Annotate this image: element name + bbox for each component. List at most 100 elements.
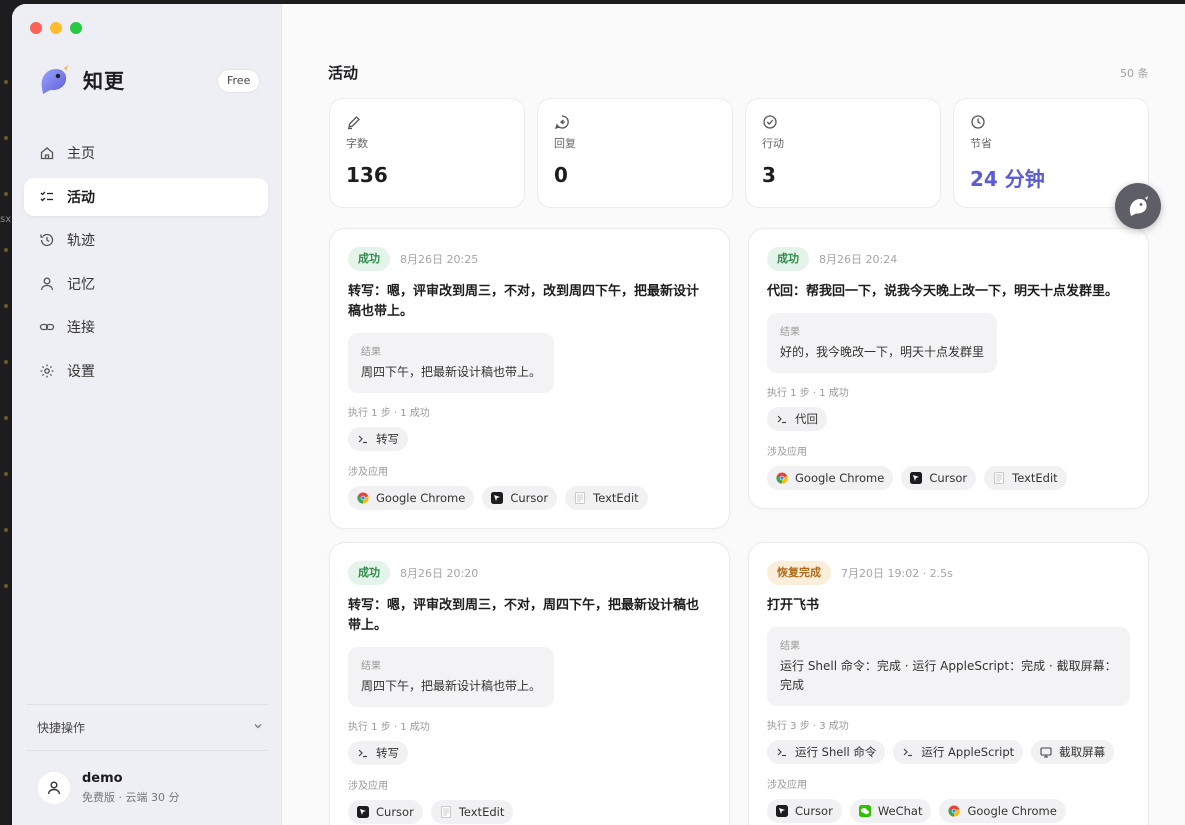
app-chip[interactable]: Google Chrome <box>348 486 475 510</box>
cursor-app-icon <box>357 806 369 818</box>
status-badge: 成功 <box>348 561 390 585</box>
app-chip-label: Cursor <box>929 471 968 485</box>
result-label: 结果 <box>361 347 381 358</box>
app-chip[interactable]: TextEdit <box>984 466 1067 490</box>
app-chip[interactable]: Google Chrome <box>939 799 1066 823</box>
action-chip[interactable]: 转写 <box>348 427 408 451</box>
floating-assistant-button[interactable] <box>1115 183 1161 229</box>
minimize-window-button[interactable] <box>50 22 62 34</box>
terminal-icon <box>776 413 788 425</box>
sidebar-item-activity[interactable]: 活动 <box>24 177 268 216</box>
status-badge: 成功 <box>767 247 809 271</box>
quick-actions-toggle[interactable]: 快捷操作 <box>26 704 268 736</box>
step-info: 执行 1 步 · 1 成功 <box>348 722 430 733</box>
terminal-icon <box>902 746 914 758</box>
app-chip[interactable]: Cursor <box>482 486 558 510</box>
user-profile[interactable]: demo 免费版 · 云端 30 分 <box>26 750 268 805</box>
activity-card[interactable]: 成功 8月26日 20:24 代回：帮我回一下，说我今天晚上改一下，明天十点发群… <box>748 228 1149 509</box>
step-info: 执行 3 步 · 3 成功 <box>767 721 849 732</box>
status-badge: 成功 <box>348 247 390 271</box>
result-text: 周四下午，把最新设计稿也带上。 <box>361 365 542 379</box>
result-text: 运行 Shell 命令：完成 · 运行 AppleScript：完成 · 截取屏… <box>780 659 1117 692</box>
app-chip[interactable]: TextEdit <box>565 486 648 510</box>
stat-value: 24 分钟 <box>970 167 1045 191</box>
result-text: 周四下午，把最新设计稿也带上。 <box>361 679 542 693</box>
textedit-icon <box>574 492 586 504</box>
textedit-icon <box>440 806 452 818</box>
action-chip[interactable]: 代回 <box>767 407 827 431</box>
app-chip-label: Cursor <box>795 804 833 818</box>
chrome-icon <box>948 805 961 817</box>
card-title: 打开飞书 <box>767 598 820 613</box>
result-box: 结果 周四下午，把最新设计稿也带上。 <box>348 333 555 393</box>
stat-label: 字数 <box>346 137 368 150</box>
avatar <box>38 772 70 804</box>
card-time: 8月26日 20:20 <box>400 567 479 580</box>
sidebar-item-label: 活动 <box>67 189 95 206</box>
sidebar-item-settings[interactable]: 设置 <box>24 352 268 390</box>
stat-value: 3 <box>762 163 776 187</box>
quick-actions-label: 快捷操作 <box>37 721 86 735</box>
action-chip[interactable]: 截取屏幕 <box>1031 740 1115 764</box>
check-circle-icon <box>763 115 777 129</box>
result-label: 结果 <box>780 327 800 338</box>
sidebar-item-memory[interactable]: 记忆 <box>24 265 268 303</box>
window-controls <box>30 22 82 34</box>
terminal-icon <box>776 746 788 758</box>
app-chip-label: TextEdit <box>458 805 505 819</box>
app-chip[interactable]: Cursor <box>348 800 423 824</box>
card-time: 8月26日 20:24 <box>819 253 898 266</box>
sidebar-item-label: 主页 <box>67 146 95 162</box>
app-chip[interactable]: Google Chrome <box>767 466 894 490</box>
activity-card[interactable]: 恢复完成 7月20日 19:02 · 2.5s 打开飞书 结果 运行 Shell… <box>748 542 1149 825</box>
card-title: 转写：嗯，评审改到周三，不对，改到周四下午，把最新设计稿也带上。 <box>348 284 700 319</box>
cursor-app-icon <box>776 805 788 817</box>
zoom-window-button[interactable] <box>70 22 82 34</box>
result-box: 结果 好的，我今晚改一下，明天十点发群里 <box>767 313 998 373</box>
sidebar-nav: 主页 活动 轨迹 记忆 连接 设置 <box>24 134 268 395</box>
app-chip[interactable]: Cursor <box>767 799 842 823</box>
stat-label: 回复 <box>554 137 576 150</box>
activity-count: 50 条 <box>1120 67 1149 80</box>
result-text: 好的，我今晚改一下，明天十点发群里 <box>780 345 985 359</box>
action-chip-label: 转写 <box>376 746 399 760</box>
chrome-icon <box>357 492 369 504</box>
action-chip[interactable]: 转写 <box>348 741 408 765</box>
terminal-icon <box>357 433 369 445</box>
bird-chat-icon <box>1129 196 1148 216</box>
textedit-icon <box>993 472 1005 484</box>
sidebar-item-label: 记忆 <box>67 276 95 293</box>
brand: 知更 <box>36 62 125 96</box>
step-info: 执行 1 步 · 1 成功 <box>348 408 430 419</box>
plan-badge[interactable]: Free <box>217 69 261 93</box>
apps-label: 涉及应用 <box>767 447 807 458</box>
sidebar-item-history[interactable]: 轨迹 <box>24 221 268 259</box>
action-chip[interactable]: 运行 Shell 命令 <box>767 740 886 764</box>
stat-value: 136 <box>346 163 388 187</box>
app-chip-label: WeChat <box>877 804 923 818</box>
sidebar-item-home[interactable]: 主页 <box>24 134 268 172</box>
sidebar-item-connections[interactable]: 连接 <box>24 308 268 346</box>
activity-card[interactable]: 成功 8月26日 20:25 转写：嗯，评审改到周三，不对，改到周四下午，把最新… <box>329 228 730 529</box>
person-icon <box>47 781 61 795</box>
close-window-button[interactable] <box>30 22 42 34</box>
app-chip[interactable]: WeChat <box>849 799 932 823</box>
action-chip[interactable]: 运行 AppleScript <box>893 740 1024 764</box>
bird-logo-icon <box>36 62 70 96</box>
stat-card-actions: 行动 3 <box>745 98 941 208</box>
user-plan: 免费版 · 云端 30 分 <box>82 791 180 804</box>
app-name: 知更 <box>83 68 125 93</box>
result-box: 结果 运行 Shell 命令：完成 · 运行 AppleScript：完成 · … <box>767 627 1130 706</box>
monitor-icon <box>1040 746 1052 758</box>
app-chip[interactable]: TextEdit <box>430 800 514 824</box>
app-chip-label: Google Chrome <box>967 804 1057 818</box>
stat-value: 0 <box>554 163 568 187</box>
reply-icon <box>554 115 569 130</box>
terminal-icon <box>357 747 369 759</box>
activity-card[interactable]: 成功 8月26日 20:20 转写：嗯，评审改到周三，不对，周四下午，把最新设计… <box>329 542 730 825</box>
result-box: 结果 周四下午，把最新设计稿也带上。 <box>348 647 555 707</box>
app-chip[interactable]: Cursor <box>901 466 977 490</box>
cursor-app-icon <box>910 472 923 484</box>
link-icon <box>39 319 55 335</box>
apps-label: 涉及应用 <box>767 780 807 791</box>
